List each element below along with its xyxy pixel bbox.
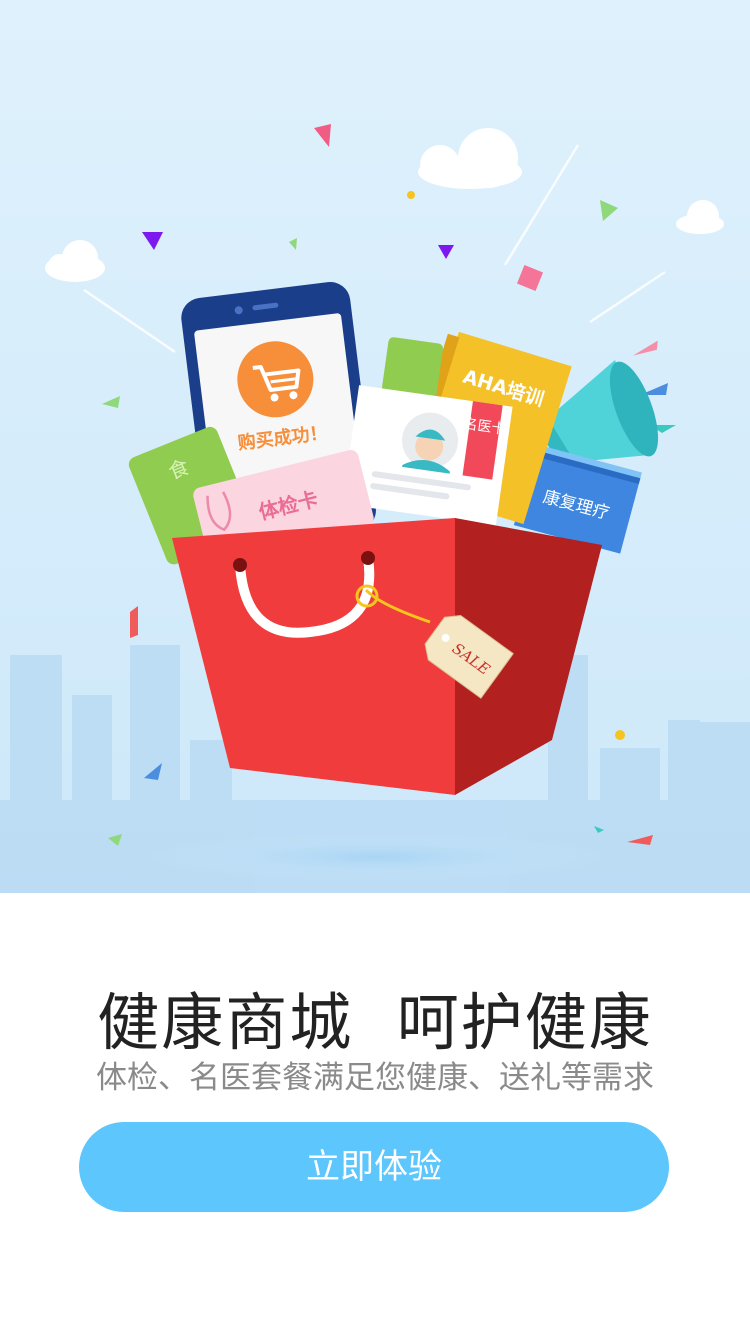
try-now-button[interactable]: 立即体验 [79, 1122, 669, 1212]
hero-illustration: 康复理疗 AHA培训 购买成功！ 食 名医卡 体检卡 SALE [0, 0, 750, 893]
ground-shadow [145, 833, 609, 881]
headline: 健康商城 呵护健康 [97, 986, 653, 1059]
subtitle: 体检、名医套餐满足您健康、送礼等需求 [96, 1060, 654, 1096]
